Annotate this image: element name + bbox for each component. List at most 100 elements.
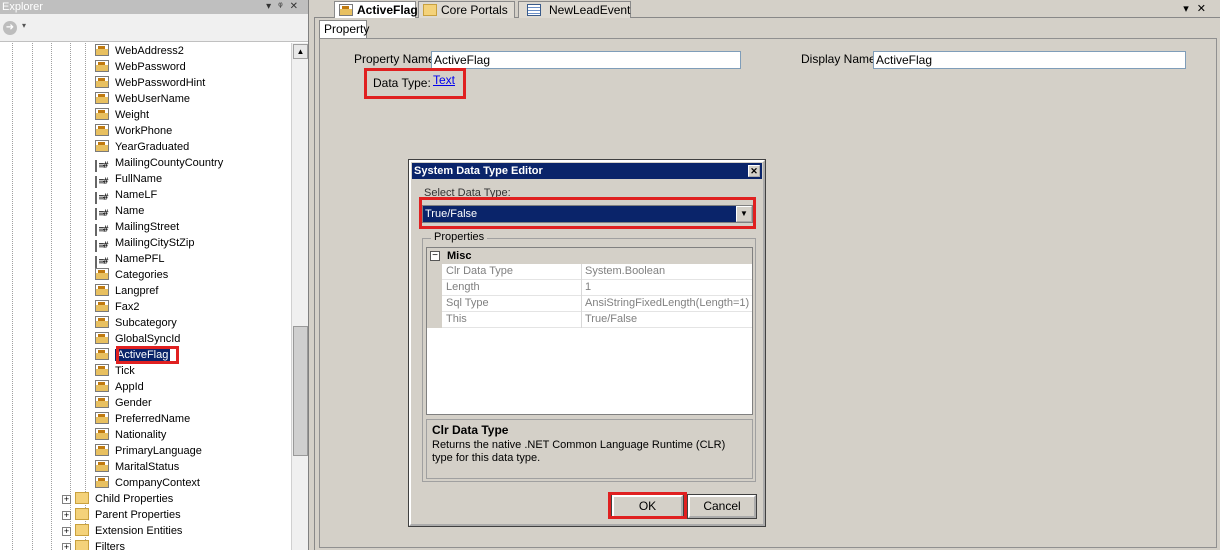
tree-item[interactable]: CompanyContext (95, 475, 200, 491)
category-misc[interactable]: − Misc (427, 248, 752, 264)
property-icon (95, 380, 109, 392)
property-icon (95, 124, 109, 136)
scroll-up-icon[interactable]: ▲ (293, 44, 308, 59)
category-label: Misc (447, 250, 472, 262)
grid-row[interactable]: Length 1 (427, 280, 752, 296)
tree-item-label: MailingCityStZip (115, 237, 195, 249)
properties-group: Properties − Misc Clr Data Type System.Bo… (422, 231, 756, 482)
tree-item-label: GlobalSyncId (115, 333, 181, 345)
tree-item[interactable]: Fax2 (95, 299, 139, 315)
tree-item[interactable]: ≡# FullName (95, 171, 162, 188)
data-type-link[interactable]: Text (433, 73, 455, 87)
property-name-label: Property Name: (354, 52, 439, 66)
close-icon[interactable]: ✕ (748, 165, 760, 177)
property-name-input[interactable] (431, 51, 741, 69)
tree-item[interactable]: WebPassword (95, 59, 186, 75)
tab-core-portals[interactable]: Core Portals (418, 1, 515, 18)
grid-row[interactable]: Sql Type AnsiStringFixedLength(Length=1) (427, 296, 752, 312)
tree-folder[interactable]: + Child Properties (62, 491, 173, 507)
tree-item[interactable]: ≡# MailingCityStZip (95, 235, 195, 252)
tree-folder-label: Extension Entities (95, 525, 183, 537)
tree-folder-label: Parent Properties (95, 509, 181, 521)
tree-item[interactable]: MaritalStatus (95, 459, 179, 475)
explorer-tree: WebAddress2 WebPassword WebPasswordHint Web… (0, 43, 291, 550)
tree-item-label: WebPassword (115, 61, 186, 73)
property-icon (95, 412, 109, 424)
close-icon[interactable]: ✕ (1197, 3, 1214, 15)
back-icon[interactable]: ➜ (3, 21, 17, 35)
tree-item-label: CompanyContext (115, 477, 200, 489)
grid-row-value: True/False (585, 313, 638, 325)
tree-item-label: NamePFL (115, 253, 165, 265)
tab-newleadevent[interactable]: NewLeadEvent (518, 1, 631, 18)
grid-row-name: Length (444, 280, 582, 296)
tab-property[interactable]: Property (319, 20, 369, 39)
tree-item[interactable]: WorkPhone (95, 123, 172, 139)
tree-item[interactable]: AppId (95, 379, 144, 395)
tree-item[interactable]: WebAddress2 (95, 43, 184, 59)
tree-item[interactable]: WebUserName (95, 91, 190, 107)
tree-item[interactable]: Langpref (95, 283, 158, 299)
scroll-thumb[interactable] (293, 326, 308, 456)
cancel-button[interactable]: Cancel (687, 494, 757, 519)
grid-row[interactable]: This True/False (427, 312, 752, 328)
pin-icon[interactable]: ᵠ (278, 1, 289, 12)
tree-item[interactable]: PreferredName (95, 411, 190, 427)
display-name-input[interactable] (873, 51, 1186, 69)
tree-item-label: PreferredName (115, 413, 191, 425)
tree-item[interactable]: ≡# Name (95, 203, 144, 220)
collapse-icon[interactable]: − (430, 251, 440, 261)
properties-group-label: Properties (431, 231, 488, 243)
folder-icon (75, 540, 89, 550)
expand-icon[interactable]: + (62, 527, 71, 536)
tree-item[interactable]: PrimaryLanguage (95, 443, 202, 459)
tree-item[interactable]: Tick (95, 363, 135, 379)
tree-item-label: WebUserName (115, 93, 190, 105)
tree-folder[interactable]: + Extension Entities (62, 523, 182, 539)
property-icon (95, 316, 109, 328)
tree-item-label: Categories (115, 269, 169, 281)
tree-item[interactable]: Gender (95, 395, 152, 411)
tree-item[interactable]: Weight (95, 107, 149, 123)
expand-icon[interactable]: + (62, 511, 71, 520)
expand-icon[interactable]: + (62, 495, 71, 504)
tree-item-label: WorkPhone (115, 125, 173, 137)
tree-folder[interactable]: + Parent Properties (62, 507, 181, 523)
tree-item[interactable]: Categories (95, 267, 168, 283)
dialog-titlebar: System Data Type Editor ✕ (412, 163, 762, 179)
property-icon (95, 140, 109, 152)
dropdown-icon[interactable]: ▾ (266, 1, 278, 12)
tree-item-label: MailingStreet (115, 221, 180, 233)
close-icon[interactable]: ✕ (290, 1, 305, 12)
tree-item[interactable]: ≡# NamePFL (95, 251, 165, 268)
selected-item-highlight (116, 346, 179, 364)
property-icon (95, 76, 109, 88)
grid-row[interactable]: Clr Data Type System.Boolean (427, 264, 752, 280)
tree-item[interactable]: YearGraduated (95, 139, 189, 155)
tree-item[interactable]: WebPasswordHint (95, 75, 205, 91)
tree-item[interactable]: Nationality (95, 427, 166, 443)
data-type-select-highlight (419, 197, 756, 229)
tree-item[interactable]: ≡# NameLF (95, 187, 157, 204)
property-grid[interactable]: − Misc Clr Data Type System.Boolean Lengt… (426, 247, 753, 415)
chevron-down-icon[interactable]: ▾ (22, 21, 26, 30)
tree-item[interactable]: ≡# MailingStreet (95, 219, 180, 236)
expand-icon[interactable]: + (62, 543, 71, 550)
tree-item[interactable]: Subcategory (95, 315, 177, 331)
explorer-title: Explorer (2, 1, 43, 13)
display-name-label: Display Name: (801, 52, 880, 66)
property-icon (95, 300, 109, 312)
chevron-down-icon[interactable]: ▾ (1183, 3, 1197, 15)
property-icon (95, 92, 109, 104)
tab-label: ActiveFlag (357, 3, 418, 17)
tab-activeflag[interactable]: ActiveFlag (334, 1, 418, 19)
tree-item-label: Nationality (115, 429, 167, 441)
document-tabs: ActiveFlag Core Portals NewLeadEvent ▾✕ (314, 0, 1220, 19)
explorer-scrollbar[interactable]: ▲ (291, 43, 308, 550)
tree-item[interactable]: ≡# MailingCountyCountry (95, 155, 223, 172)
tree-item[interactable]: GlobalSyncId (95, 331, 180, 347)
tree-folder[interactable]: + Filters (62, 539, 125, 550)
property-icon (339, 4, 353, 16)
property-icon (95, 428, 109, 440)
explorer-toolbar: ➜ ▾ (0, 14, 308, 42)
